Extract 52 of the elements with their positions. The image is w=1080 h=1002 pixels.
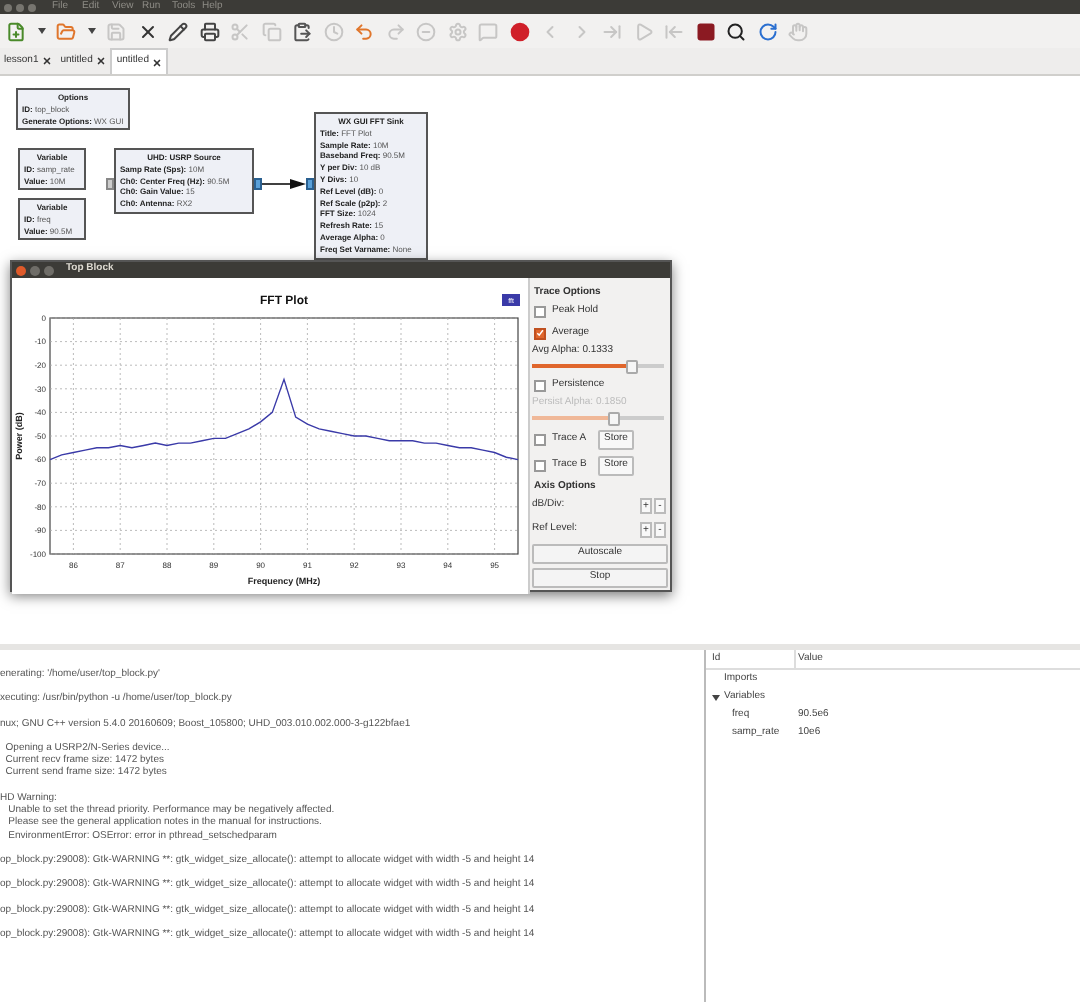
error-icon <box>509 21 529 41</box>
play-icon <box>633 21 653 41</box>
checkbox[interactable] <box>534 433 546 445</box>
slider[interactable] <box>532 358 664 374</box>
window-maximize-icon[interactable] <box>28 3 36 11</box>
reload-icon <box>757 21 777 41</box>
arrow-to-line-icon <box>602 21 622 41</box>
undo-icon <box>354 21 374 41</box>
slider-thumb[interactable] <box>625 359 637 373</box>
checkbox[interactable] <box>534 379 546 391</box>
checkbox[interactable] <box>534 327 546 339</box>
close-icon[interactable] <box>152 57 163 67</box>
window-minimize-icon[interactable] <box>16 3 24 11</box>
toolbar-button[interactable] <box>195 17 223 45</box>
window-minimize-icon[interactable] <box>30 265 40 275</box>
arrow-to-line-icon <box>664 21 684 41</box>
save-icon <box>106 21 126 41</box>
flowgraph-block[interactable] <box>314 112 428 260</box>
hand-icon <box>788 21 808 41</box>
close-icon <box>137 21 157 41</box>
output-port[interactable] <box>254 178 262 190</box>
close-icon[interactable] <box>42 56 53 66</box>
window-maximize-icon[interactable] <box>44 265 54 275</box>
close-icon[interactable] <box>96 56 107 66</box>
slider-thumb[interactable] <box>607 411 620 425</box>
clock-icon <box>323 21 343 41</box>
speech-bubble-icon <box>478 21 498 41</box>
input-port[interactable] <box>306 178 314 190</box>
input-port[interactable] <box>106 178 114 190</box>
window-close-icon[interactable] <box>4 3 12 11</box>
minus-circle-icon <box>416 21 436 41</box>
folder-icon <box>56 21 76 41</box>
search-icon <box>726 21 746 41</box>
redo-icon <box>385 21 405 41</box>
checkbox[interactable] <box>534 305 546 317</box>
gear-icon <box>447 21 467 41</box>
caret-icon <box>87 28 95 34</box>
caret-icon <box>37 28 45 34</box>
toolbar-button[interactable] <box>164 17 192 45</box>
new-file-icon <box>6 21 26 41</box>
printer-icon <box>199 21 219 41</box>
window-close-icon[interactable] <box>16 265 26 275</box>
connection-arrow <box>262 178 306 190</box>
expander-icon[interactable] <box>712 693 720 701</box>
clipboard-icon <box>292 21 312 41</box>
scissors-icon <box>230 21 250 41</box>
stop-square-icon <box>695 21 715 41</box>
slider[interactable] <box>532 410 664 426</box>
checkbox[interactable] <box>534 459 546 471</box>
toolbar-button[interactable] <box>288 17 316 45</box>
pencil-icon <box>168 21 188 41</box>
copy-icon <box>261 21 281 41</box>
